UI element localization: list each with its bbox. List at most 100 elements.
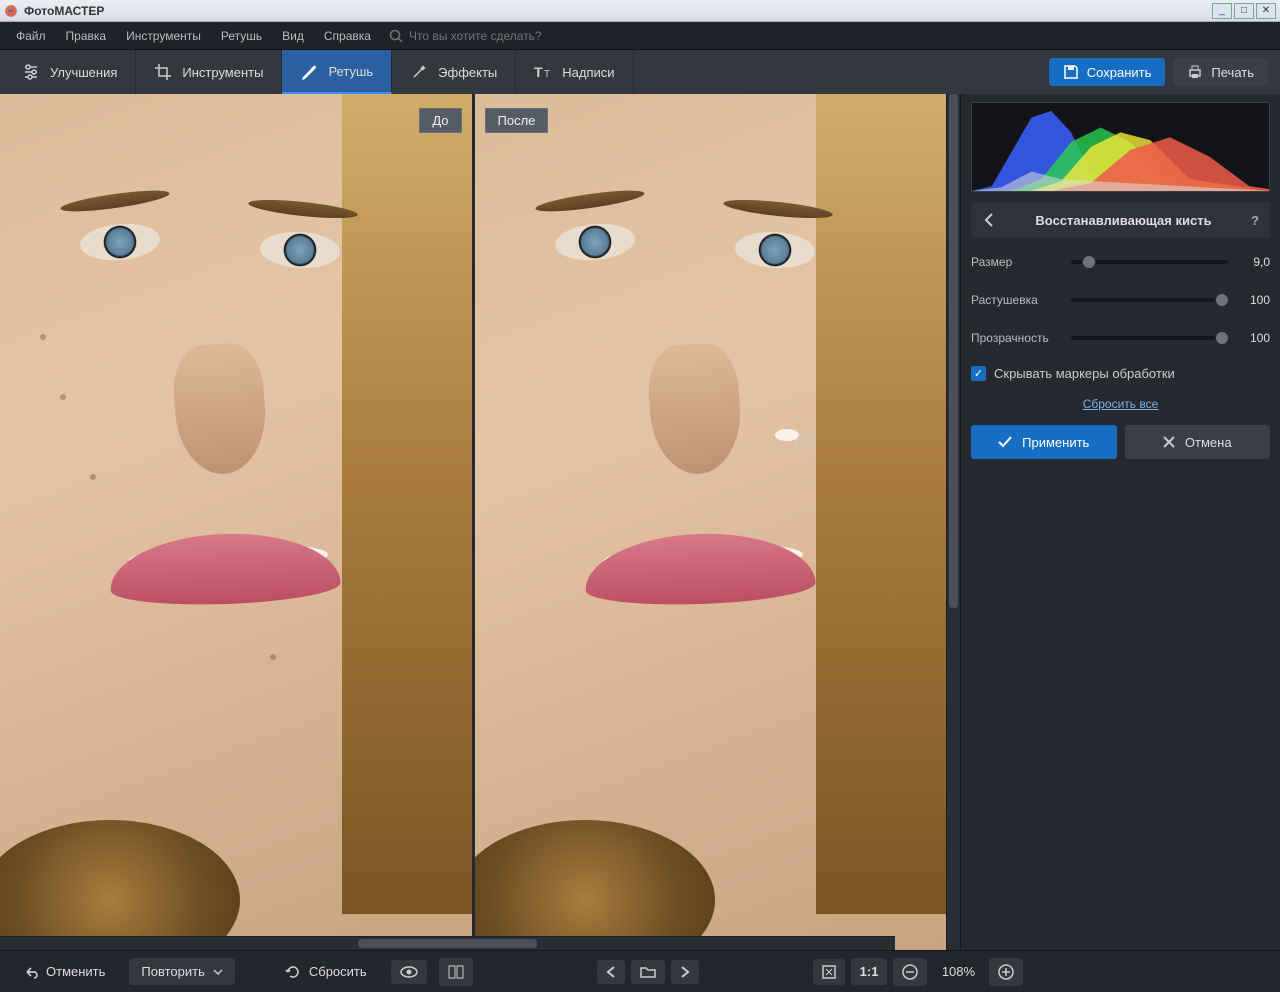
close-button[interactable]: ✕ [1256, 3, 1276, 19]
apply-label: Применить [1022, 435, 1089, 450]
text-icon: TT [534, 63, 552, 81]
compare-icon [448, 964, 464, 980]
menu-view[interactable]: Вид [272, 25, 314, 47]
slider-value: 100 [1236, 331, 1270, 345]
check-icon [998, 436, 1012, 448]
print-icon [1187, 64, 1203, 80]
menu-help[interactable]: Справка [314, 25, 381, 47]
chevron-right-icon [680, 966, 690, 978]
slider-opacity: Прозрачность 100 [971, 324, 1270, 352]
reset-all-link[interactable]: Сбросить все [971, 397, 1270, 411]
tab-retouch[interactable]: Ретушь [282, 50, 392, 94]
tool-title: Восстанавливающая кисть [1007, 213, 1240, 228]
menu-tools[interactable]: Инструменты [116, 25, 211, 47]
reset-button[interactable]: Сбросить [273, 958, 379, 986]
redo-label: Повторить [141, 964, 204, 979]
vertical-scrollbar[interactable] [946, 94, 960, 950]
tab-text[interactable]: TT Надписи [516, 50, 633, 94]
save-label: Сохранить [1087, 65, 1152, 80]
cancel-button[interactable]: Отмена [1125, 425, 1271, 459]
menu-file[interactable]: Файл [6, 25, 56, 47]
crop-icon [154, 63, 172, 81]
zoom-cluster: 1:1 108% [813, 958, 1024, 986]
horizontal-scrollbar[interactable] [0, 936, 895, 950]
slider-label: Прозрачность [971, 331, 1063, 345]
menubar: Файл Правка Инструменты Ретушь Вид Справ… [0, 22, 1280, 50]
tab-label: Эффекты [438, 65, 497, 80]
preview-toggle-button[interactable] [391, 960, 427, 984]
folder-icon [640, 966, 656, 978]
chevron-left-icon [606, 966, 616, 978]
menu-retouch[interactable]: Ретушь [211, 25, 272, 47]
print-label: Печать [1211, 65, 1254, 80]
back-button[interactable] [971, 213, 1007, 227]
slider-value: 100 [1236, 293, 1270, 307]
app-title: ФотоМАСТЕР [24, 4, 1210, 18]
tab-tools[interactable]: Инструменты [136, 50, 282, 94]
compare-toggle-button[interactable] [439, 958, 473, 986]
menu-edit[interactable]: Правка [56, 25, 117, 47]
slider-track[interactable] [1071, 336, 1228, 340]
actual-size-button[interactable]: 1:1 [851, 958, 888, 985]
print-button[interactable]: Печать [1173, 58, 1268, 86]
slider-label: Растушевка [971, 293, 1063, 307]
minus-icon [902, 964, 918, 980]
slider-track[interactable] [1071, 298, 1228, 302]
slider-label: Размер [971, 255, 1063, 269]
slider-size: Размер 9,0 [971, 248, 1270, 276]
tab-label: Надписи [562, 65, 614, 80]
save-icon [1063, 64, 1079, 80]
reset-icon [285, 964, 301, 980]
search-input[interactable] [409, 29, 629, 43]
app-logo-icon [4, 4, 18, 18]
before-badge: До [419, 108, 461, 133]
close-icon [1163, 436, 1175, 448]
undo-label: Отменить [46, 964, 105, 979]
slider-feather: Растушевка 100 [971, 286, 1270, 314]
undo-button[interactable]: Отменить [10, 958, 117, 985]
window-buttons: _ □ ✕ [1210, 3, 1276, 19]
cancel-label: Отмена [1185, 435, 1232, 450]
minimize-button[interactable]: _ [1212, 3, 1232, 19]
apply-button[interactable]: Применить [971, 425, 1117, 459]
prev-image-button[interactable] [597, 960, 625, 984]
heal-cursor-icon [795, 434, 815, 454]
properties-panel: Восстанавливающая кисть ? Размер 9,0 Рас… [960, 94, 1280, 950]
fit-icon [822, 965, 836, 979]
search-container [389, 29, 629, 43]
slider-value: 9,0 [1236, 255, 1270, 269]
fit-screen-button[interactable] [813, 959, 845, 985]
hide-markers-label: Скрывать маркеры обработки [994, 366, 1175, 381]
histogram[interactable] [971, 102, 1270, 192]
nav-cluster [597, 960, 699, 984]
maximize-button[interactable]: □ [1234, 3, 1254, 19]
sliders-icon [22, 63, 40, 81]
after-view[interactable]: После [472, 94, 947, 950]
tab-label: Улучшения [50, 65, 117, 80]
zoom-in-button[interactable] [989, 958, 1023, 986]
reset-label: Сбросить [309, 964, 367, 979]
redo-button[interactable]: Повторить [129, 958, 234, 985]
checkbox-icon: ✓ [971, 366, 986, 381]
tab-effects[interactable]: Эффекты [392, 50, 516, 94]
zoom-out-button[interactable] [893, 958, 927, 986]
tab-enhance[interactable]: Улучшения [4, 50, 136, 94]
help-button[interactable]: ? [1240, 213, 1270, 228]
wand-icon [410, 63, 428, 81]
tab-label: Ретушь [328, 64, 373, 79]
open-folder-button[interactable] [631, 960, 665, 984]
search-icon [389, 29, 403, 43]
bottom-bar: Отменить Повторить Сбросить 1:1 108% [0, 950, 1280, 992]
zoom-value: 108% [933, 964, 983, 979]
next-image-button[interactable] [671, 960, 699, 984]
brush-icon [300, 62, 318, 80]
eye-icon [400, 966, 418, 978]
svg-text:T: T [534, 64, 543, 80]
hide-markers-row[interactable]: ✓ Скрывать маркеры обработки [971, 366, 1270, 381]
slider-track[interactable] [1071, 260, 1228, 264]
save-button[interactable]: Сохранить [1049, 58, 1166, 86]
before-view[interactable]: До [0, 94, 472, 950]
titlebar: ФотоМАСТЕР _ □ ✕ [0, 0, 1280, 22]
undo-icon [22, 965, 38, 979]
canvas-area: До После [0, 94, 960, 950]
